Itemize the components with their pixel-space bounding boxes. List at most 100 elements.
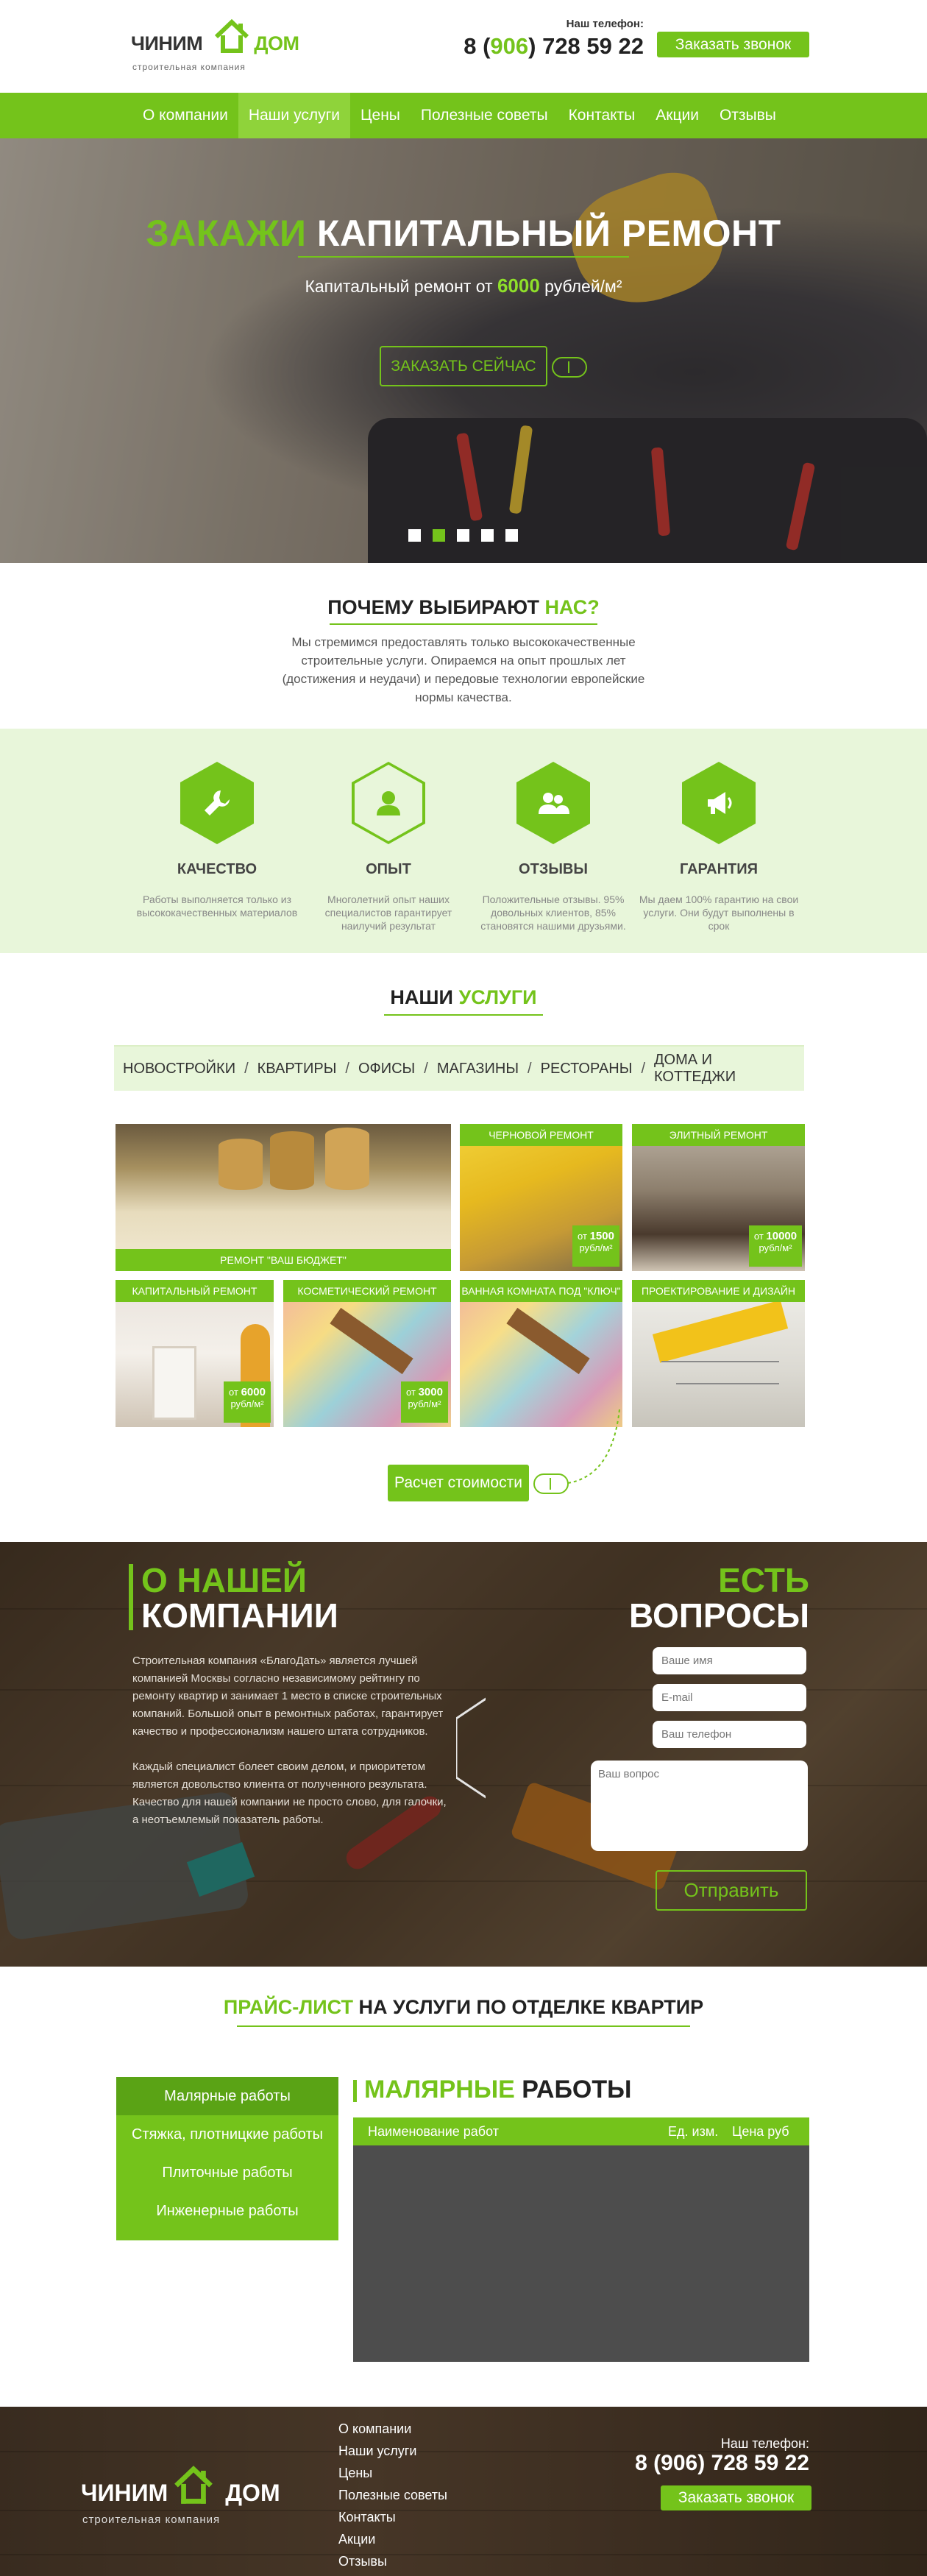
col-price: Цена руб (732, 2124, 789, 2139)
calculate-cost-button[interactable]: Расчет стоимости (388, 1465, 529, 1501)
why-title-main: ПОЧЕМУ ВЫБИРАЮТ (327, 596, 539, 618)
section-divider (456, 1542, 486, 1967)
service-tile-capital[interactable]: КАПИТАЛЬНЫЙ РЕМОНТ от 6000 рубл/м² (116, 1280, 274, 1427)
service-tile-elite[interactable]: ЭЛИТНЫЙ РЕМОНТ от 10000 рубл/м² (632, 1124, 805, 1271)
pricelist-title-underline (237, 2025, 690, 2027)
footer-nav-item[interactable]: Контакты (338, 2506, 447, 2528)
price-tag: от 3000 рубл/м² (401, 1381, 448, 1423)
mouse-icon (533, 1473, 569, 1494)
nav-item-tips[interactable]: Полезные советы (411, 93, 558, 138)
footer-call-request-button[interactable]: Заказать звонок (661, 2485, 811, 2510)
footer-logo-subtitle: строительная компания (82, 2513, 221, 2526)
name-input[interactable] (653, 1647, 806, 1674)
footer-nav-item[interactable]: Отзывы (338, 2550, 447, 2572)
slider-dot[interactable] (457, 529, 469, 542)
feature-hexagon (352, 762, 425, 844)
feature-hexagon (682, 762, 756, 844)
about-section: О НАШЕЙ КОМПАНИИ Строительная компания «Б… (0, 1542, 927, 1967)
nav-item-prices[interactable]: Цены (350, 93, 411, 138)
tab-new-buildings[interactable]: НОВОСТРОЙКИ (114, 1061, 244, 1078)
hero-title-rest: КАПИТАЛЬНЫЙ РЕМОНТ (316, 213, 781, 254)
footer-phone-label: Наш телефон: (720, 2436, 809, 2451)
price-tag: от 10000 рубл/м² (749, 1225, 802, 1267)
footer-nav: О компании Наши услуги Цены Полезные сов… (338, 2418, 447, 2572)
call-request-button[interactable]: Заказать звонок (657, 32, 809, 57)
service-tile-cosmetic[interactable]: КОСМЕТИЧЕСКИЙ РЕМОНТ от 3000 рубл/м² (283, 1280, 451, 1427)
hero-sub-prefix: Капитальный ремонт от (305, 277, 493, 296)
footer-nav-item[interactable]: Акции (338, 2528, 447, 2550)
hero-title-underline (298, 256, 629, 258)
tile-label: ЧЕРНОВОЙ РЕМОНТ (460, 1124, 622, 1146)
user-icon (377, 791, 400, 815)
nav-item-reviews[interactable]: Отзывы (709, 93, 786, 138)
service-tile-bathroom[interactable]: ВАННАЯ КОМНАТА ПОД "КЛЮЧ" (460, 1280, 622, 1427)
tile-label: ЭЛИТНЫЙ РЕМОНТ (632, 1124, 805, 1146)
features-section: КАЧЕСТВО Работы выполняется только из вы… (0, 729, 927, 953)
hero-title-accent: ЗАКАЖИ (146, 213, 307, 254)
services-title-accent: УСЛУГИ (458, 986, 537, 1008)
price-tag: от 6000 рубл/м² (224, 1381, 271, 1423)
nav-item-contacts[interactable]: Контакты (558, 93, 646, 138)
logo-subtitle: строительная компания (132, 62, 246, 72)
footer-logo-word2: ДОМ (225, 2480, 280, 2506)
price-tag: от 1500 рубл/м² (572, 1225, 619, 1267)
tab-offices[interactable]: ОФИСЫ (349, 1061, 424, 1078)
slider-dot[interactable] (505, 529, 518, 542)
question-textarea[interactable] (591, 1761, 808, 1851)
pricelist-menu-item-engineering[interactable]: Инженерные работы (116, 2192, 338, 2230)
logo[interactable]: ЧИНИМ ДОМ строительная компания (131, 15, 300, 72)
tile-label: КАПИТАЛЬНЫЙ РЕМОНТ (116, 1280, 274, 1302)
services-title: НАШИ УСЛУГИ (0, 986, 927, 1009)
about-title-line1: О НАШЕЙ (141, 1561, 307, 1599)
nav-item-about[interactable]: О компании (132, 93, 238, 138)
tab-restaurants[interactable]: РЕСТОРАНЫ (532, 1061, 642, 1078)
feature-text: Многолетний опыт наших специалистов гара… (324, 894, 452, 932)
about-paragraph: Строительная компания «БлагоДать» являет… (132, 1655, 444, 1738)
footer-nav-item[interactable]: Наши услуги (338, 2440, 447, 2462)
footer-nav-item[interactable]: Полезные советы (338, 2484, 447, 2506)
phone-number[interactable]: 8 (906) 728 59 22 (449, 33, 644, 60)
slider-dot[interactable] (408, 529, 421, 542)
phone-input[interactable] (653, 1721, 806, 1748)
hero-banner: ЗАКАЖИ КАПИТАЛЬНЫЙ РЕМОНТ Капитальный ре… (0, 138, 927, 563)
col-name: Наименование работ (368, 2124, 499, 2139)
slider-dot-active[interactable] (433, 529, 445, 542)
pricelist-menu-item-painting[interactable]: Малярные работы (116, 2077, 338, 2115)
nav-item-services[interactable]: Наши услуги (238, 93, 350, 138)
why-title: ПОЧЕМУ ВЫБИРАЮТ НАС? (0, 596, 927, 619)
service-tile-budget[interactable]: РЕМОНТ "ВАШ БЮДЖЕТ" (116, 1124, 451, 1271)
col-unit: Ед. изм. (668, 2124, 719, 2139)
about-title-line2: КОМПАНИИ (141, 1596, 338, 1635)
tab-shops[interactable]: МАГАЗИНЫ (428, 1061, 528, 1078)
questions-title-line1: ЕСТЬ (718, 1561, 809, 1599)
questions-title-line2: ВОПРОСЫ (628, 1596, 809, 1635)
slider-dot[interactable] (481, 529, 494, 542)
why-title-underline (330, 623, 597, 625)
tab-houses[interactable]: ДОМА И КОТТЕДЖИ (645, 1052, 804, 1086)
footer-logo-word1: ЧИНИМ (81, 2480, 168, 2506)
services-section: НАШИ УСЛУГИ НОВОСТРОЙКИ / КВАРТИРЫ / ОФИСЫ… (0, 953, 927, 1542)
footer-nav-item[interactable]: Цены (338, 2462, 447, 2484)
service-tile-design[interactable]: ПРОЕКТИРОВАНИЕ И ДИЗАЙН (632, 1280, 805, 1427)
tile-label: ВАННАЯ КОМНАТА ПОД "КЛЮЧ" (460, 1280, 622, 1302)
footer-phone[interactable]: 8 (906) 728 59 22 (589, 2451, 809, 2476)
hero-title: ЗАКАЖИ КАПИТАЛЬНЫЙ РЕМОНТ (0, 212, 927, 255)
about-text: Строительная компания «БлагоДать» являет… (132, 1652, 449, 1847)
send-button[interactable]: Отправить (656, 1870, 807, 1911)
pricelist-title-rest: НА УСЛУГИ ПО ОТДЕЛКЕ КВАРТИР (358, 1996, 704, 2018)
footer-logo[interactable]: ЧИНИМ ДОМ строительная компания (81, 2462, 287, 2528)
services-title-main: НАШИ (390, 986, 453, 1008)
pricelist-menu-item-tiling[interactable]: Плиточные работы (116, 2154, 338, 2192)
why-section: ПОЧЕМУ ВЫБИРАЮТ НАС? Мы стремимся предос… (0, 563, 927, 729)
pricelist-menu-item-screed[interactable]: Стяжка, плотницкие работы (116, 2115, 338, 2154)
tab-apartments[interactable]: КВАРТИРЫ (249, 1061, 346, 1078)
email-input[interactable] (653, 1684, 806, 1711)
footer-nav-item[interactable]: О компании (338, 2418, 447, 2440)
main-nav: О компании Наши услуги Цены Полезные сов… (0, 93, 927, 138)
order-now-button[interactable]: ЗАКАЗАТЬ СЕЙЧАС (380, 346, 547, 386)
feature-text: Положительные отзывы. 95% довольных клие… (480, 894, 626, 932)
nav-item-promo[interactable]: Акции (645, 93, 709, 138)
service-tile-draft[interactable]: ЧЕРНОВОЙ РЕМОНТ от 1500 рубл/м² (460, 1124, 622, 1271)
mouse-icon (552, 357, 587, 378)
tile-label: КОСМЕТИЧЕСКИЙ РЕМОНТ (283, 1280, 451, 1302)
